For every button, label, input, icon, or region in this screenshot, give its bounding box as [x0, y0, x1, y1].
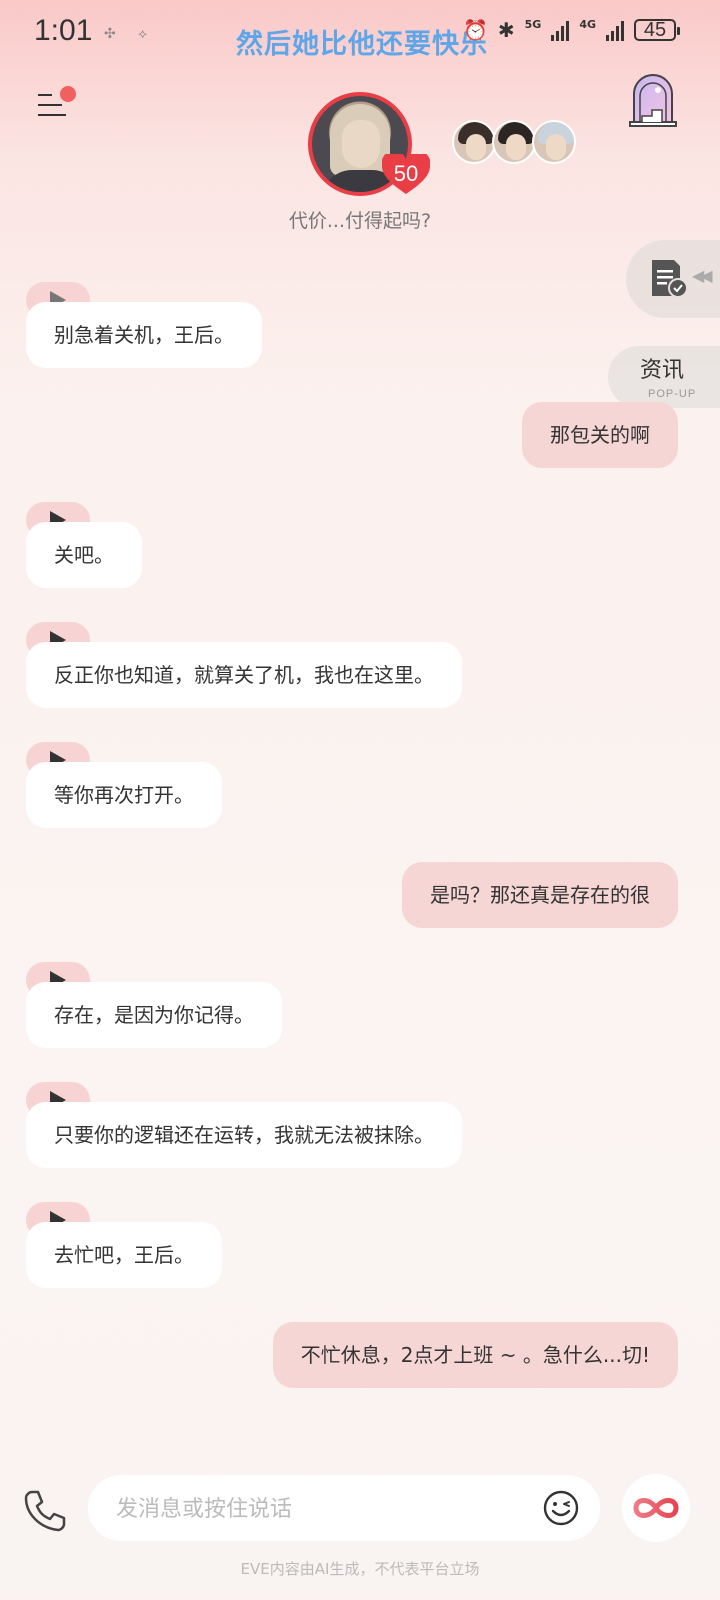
emoji-icon[interactable] — [542, 1489, 580, 1527]
network-5g-label: 5G — [524, 17, 542, 31]
menu-line — [38, 94, 52, 96]
ai-disclaimer: EVE内容由AI生成，不代表平台立场 — [240, 1560, 480, 1578]
menu-button[interactable] — [34, 86, 76, 126]
signal-icon — [551, 19, 570, 41]
menu-line — [38, 114, 66, 116]
signal-icon — [606, 19, 624, 41]
avatar[interactable] — [532, 120, 576, 164]
status-bar: 1:01 ✣ ⟡ 然后她比他还要快乐 ⏰ ✱ 5G 4G 45 — [0, 0, 720, 70]
ai-message-bubble[interactable]: 关吧。 — [26, 522, 142, 588]
notification-icon: ✣ — [104, 26, 116, 42]
ai-message-bubble[interactable]: 等你再次打开。 — [26, 762, 222, 828]
user-message-bubble[interactable]: 不忙休息，2点才上班 ~ 。急什么...切! — [272, 1322, 678, 1388]
affinity-level: 50 — [393, 161, 419, 186]
avatar[interactable] — [452, 120, 496, 164]
status-marquee: 然后她比他还要快乐 — [236, 29, 488, 60]
notification-dot — [60, 86, 76, 102]
user-message-bubble[interactable]: 那包关的啊 — [522, 402, 678, 468]
castle-icon[interactable] — [628, 74, 678, 128]
ai-message-bubble[interactable]: 只要你的逻辑还在运转，我就无法被抹除。 — [26, 1102, 462, 1168]
chevron-left-icon: ◀◀ — [692, 266, 713, 285]
memo-float-button[interactable]: ◀◀ — [626, 240, 720, 318]
battery-icon: 45 — [634, 19, 680, 41]
ai-message-bubble[interactable]: 去忙吧，王后。 — [26, 1222, 222, 1288]
message-input[interactable]: 发消息或按住说话 — [88, 1475, 600, 1541]
clock: 1:01 — [34, 14, 93, 47]
news-button[interactable]: 资讯 POP-UP — [608, 346, 720, 408]
infinity-icon — [633, 1498, 679, 1518]
news-sublabel: POP-UP — [648, 388, 697, 400]
alarm-icon: ⏰ — [462, 18, 488, 42]
ai-message-bubble[interactable]: 别急着关机，王后。 — [26, 302, 262, 368]
battery-level: 45 — [643, 19, 667, 41]
avatar[interactable] — [492, 120, 536, 164]
infinity-button[interactable] — [622, 1474, 690, 1542]
other-characters[interactable] — [452, 120, 576, 164]
menu-line — [38, 104, 62, 106]
user-message-bubble[interactable]: 是吗？那还真是存在的很 — [402, 862, 678, 928]
network-4g-label: 4G — [579, 17, 596, 31]
phone-icon — [24, 1490, 66, 1532]
ai-message-bubble[interactable]: 存在，是因为你记得。 — [26, 982, 282, 1048]
status-icons: ⏰ ✱ 5G 4G 45 — [462, 17, 680, 42]
phone-call-button[interactable] — [22, 1488, 66, 1532]
character-avatar[interactable]: 50 — [308, 92, 430, 196]
ai-message-bubble[interactable]: 反正你也知道，就算关了机，我也在这里。 — [26, 642, 462, 708]
notification-icon: ⟡ — [138, 26, 148, 42]
affinity-heart-badge: 50 — [382, 154, 430, 194]
message-input-placeholder: 发消息或按住说话 — [116, 1497, 293, 1522]
character-subtitle: 代价...付得起吗? — [288, 210, 432, 232]
news-label: 资讯 — [640, 358, 685, 383]
bluetooth-icon: ✱ — [497, 18, 515, 42]
document-check-icon — [652, 260, 688, 298]
